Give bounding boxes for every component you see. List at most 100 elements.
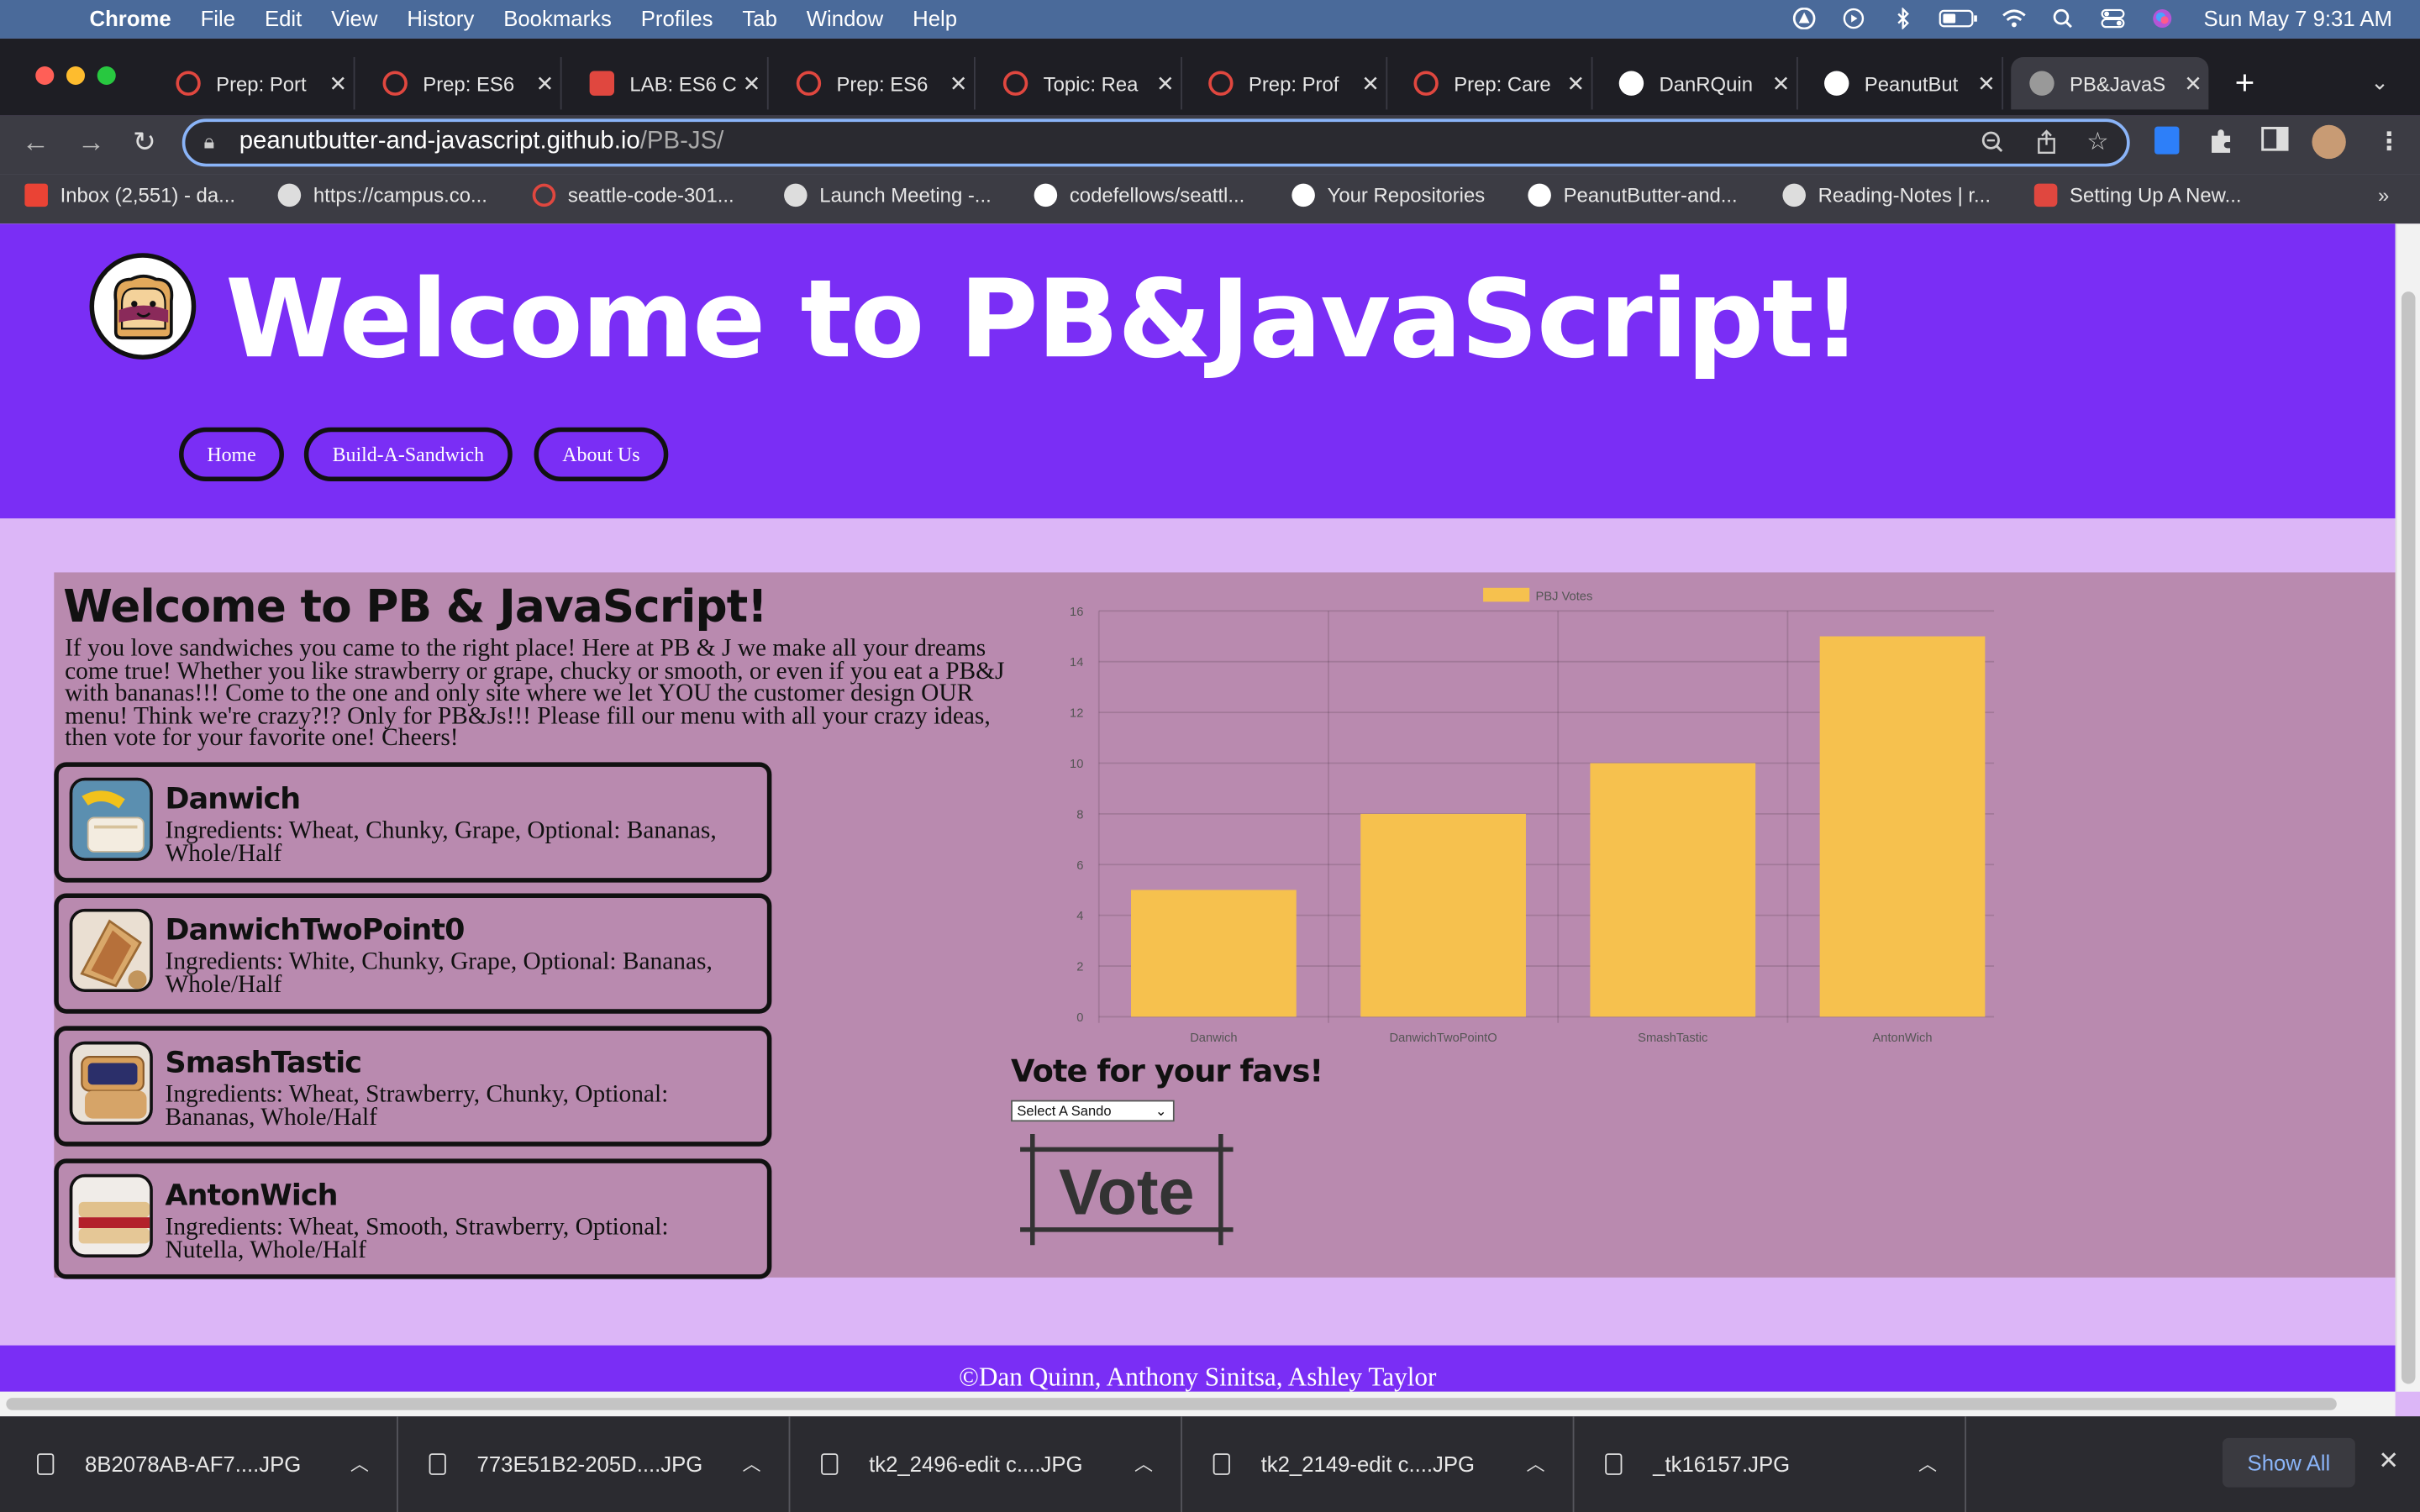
- menu-app-name[interactable]: Chrome: [90, 6, 171, 30]
- minimize-window-button[interactable]: [66, 66, 86, 86]
- tab-close-icon[interactable]: ✕: [323, 71, 354, 97]
- forward-arrow-icon[interactable]: →: [77, 127, 105, 160]
- sandwich-select[interactable]: Select A Sando ⌄: [1011, 1100, 1175, 1122]
- tab-close-icon[interactable]: ✕: [1971, 71, 2002, 97]
- bookmark-item[interactable]: Your Repositories: [1292, 183, 1485, 207]
- battery-icon[interactable]: [1939, 8, 1979, 29]
- vertical-scrollbar[interactable]: [2395, 223, 2420, 1392]
- browser-tab[interactable]: Prep: ES6 ✕: [778, 56, 976, 110]
- bookmarks-overflow-icon[interactable]: »: [2378, 184, 2389, 207]
- menu-bookmarks[interactable]: Bookmarks: [503, 6, 612, 30]
- new-tab-button[interactable]: +: [2235, 63, 2255, 103]
- more-menu-icon[interactable]: ⋮: [2377, 127, 2402, 158]
- bookmark-item[interactable]: Setting Up A New...: [2033, 183, 2241, 207]
- browser-tab[interactable]: DanRQuin ✕: [1601, 56, 1798, 110]
- pbj-logo[interactable]: [89, 253, 197, 360]
- url-path: /PB-JS/: [639, 128, 724, 155]
- sandwich-card[interactable]: DanwichTwoPoint0 Ingredients: White, Chu…: [54, 893, 772, 1014]
- bookmark-item[interactable]: https://campus.co...: [277, 183, 487, 207]
- chevron-up-icon[interactable]: ︿: [1527, 1451, 1545, 1477]
- close-window-button[interactable]: [35, 66, 55, 86]
- menu-profiles[interactable]: Profiles: [641, 6, 713, 30]
- bookmark-item[interactable]: PeanutButter-and...: [1528, 183, 1738, 207]
- sandwich-card[interactable]: AntonWich Ingredients: Wheat, Smooth, St…: [54, 1158, 772, 1279]
- chevron-up-icon[interactable]: ︿: [1134, 1451, 1153, 1477]
- spotlight-search-icon[interactable]: [2049, 8, 2077, 29]
- download-item[interactable]: 8B2078AB-AF7....JPG ︿: [0, 1416, 398, 1512]
- menu-edit[interactable]: Edit: [265, 6, 302, 30]
- play-icon[interactable]: [1839, 8, 1867, 29]
- browser-tab[interactable]: Prep: ES6 ✕: [364, 56, 562, 110]
- tab-close-icon[interactable]: ✕: [1560, 71, 1591, 97]
- nav-home-button[interactable]: Home: [179, 427, 284, 482]
- menu-file[interactable]: File: [201, 6, 235, 30]
- download-item[interactable]: _tk16157.JPG ︿: [1574, 1416, 1967, 1512]
- tab-search-chevron-icon[interactable]: ⌄: [2370, 70, 2389, 96]
- bookmark-item[interactable]: seattle-code-301...: [532, 183, 734, 207]
- wifi-icon[interactable]: [2000, 8, 2028, 29]
- show-all-downloads-button[interactable]: Show All: [2222, 1437, 2355, 1488]
- tab-close-icon[interactable]: ✕: [1765, 71, 1797, 97]
- bookmark-item[interactable]: Inbox (2,551) - da...: [24, 183, 235, 207]
- menu-clock[interactable]: Sun May 7 9:31 AM: [2204, 6, 2392, 30]
- back-arrow-icon[interactable]: ←: [22, 127, 50, 160]
- reload-icon[interactable]: ↻: [133, 127, 156, 160]
- bookmark-item[interactable]: Launch Meeting -...: [784, 183, 992, 207]
- extensions-puzzle-icon[interactable]: [2207, 127, 2235, 155]
- nav-build-a-sandwich-button[interactable]: Build-A-Sandwich: [303, 427, 513, 482]
- vpn-icon[interactable]: [1790, 8, 1818, 29]
- file-icon: [37, 1453, 55, 1475]
- siri-icon[interactable]: [2148, 8, 2175, 29]
- globe-icon: [784, 183, 808, 207]
- lock-icon[interactable]: 🔒︎: [203, 129, 214, 154]
- site-title: Welcome to PB&JavaScript!: [225, 255, 1861, 383]
- download-item[interactable]: tk2_2149-edit c....JPG ︿: [1182, 1416, 1575, 1512]
- tab-close-icon[interactable]: ✕: [736, 71, 767, 97]
- sandwich-card[interactable]: Danwich Ingredients: Wheat, Chunky, Grap…: [54, 762, 772, 883]
- profile-avatar[interactable]: [2312, 124, 2346, 160]
- sandwich-card[interactable]: SmashTastic Ingredients: Wheat, Strawber…: [54, 1026, 772, 1147]
- chevron-up-icon[interactable]: ︿: [1918, 1451, 1937, 1477]
- side-panel-icon[interactable]: [2261, 126, 2289, 151]
- menu-tab[interactable]: Tab: [742, 6, 776, 30]
- browser-tab[interactable]: PeanutBut ✕: [1806, 56, 2004, 110]
- bookmark-item[interactable]: Reading-Notes | r...: [1782, 183, 1991, 207]
- nav-about-us-button[interactable]: About Us: [534, 427, 669, 482]
- zoom-icon[interactable]: [1981, 129, 2005, 154]
- address-bar[interactable]: 🔒︎ peanutbutter-and-javascript.github.io…: [182, 118, 2130, 167]
- chevron-up-icon[interactable]: ︿: [742, 1451, 760, 1477]
- tab-close-icon[interactable]: ✕: [1355, 71, 1386, 97]
- menu-history[interactable]: History: [407, 6, 474, 30]
- bluetooth-icon[interactable]: [1889, 8, 1917, 29]
- chevron-up-icon[interactable]: ︿: [350, 1451, 369, 1477]
- vertical-scroll-thumb[interactable]: [2401, 291, 2416, 1384]
- download-item[interactable]: tk2_2496-edit c....JPG ︿: [790, 1416, 1182, 1512]
- browser-tab-active[interactable]: PB&JavaS ✕: [2011, 56, 2209, 110]
- address-url[interactable]: peanutbutter-and-javascript.github.io/PB…: [239, 128, 724, 155]
- browser-tab[interactable]: Prep: Care ✕: [1395, 56, 1593, 110]
- menu-view[interactable]: View: [331, 6, 377, 30]
- download-filename: _tk16157.JPG: [1653, 1452, 1791, 1477]
- extension-trello-icon[interactable]: [2154, 126, 2180, 155]
- bookmark-star-icon[interactable]: ☆: [2086, 127, 2108, 158]
- browser-tab[interactable]: LAB: ES6 C ✕: [571, 56, 769, 110]
- control-center-icon[interactable]: [2099, 8, 2127, 29]
- vote-button-label: Vote: [1059, 1157, 1194, 1229]
- tab-close-icon[interactable]: ✕: [943, 71, 974, 97]
- zoom-window-button[interactable]: [97, 66, 116, 86]
- browser-tab[interactable]: Prep: Prof ✕: [1190, 56, 1388, 110]
- menu-window[interactable]: Window: [807, 6, 883, 30]
- close-downloads-icon[interactable]: ✕: [2378, 1446, 2399, 1477]
- browser-tab[interactable]: Prep: Port ✕: [157, 56, 355, 110]
- tab-close-icon[interactable]: ✕: [1150, 71, 1181, 97]
- menu-help[interactable]: Help: [913, 6, 957, 30]
- vote-button[interactable]: Vote: [1014, 1128, 1243, 1252]
- tab-close-icon[interactable]: ✕: [2178, 71, 2209, 97]
- share-icon[interactable]: [2034, 129, 2059, 155]
- horizontal-scroll-thumb[interactable]: [6, 1398, 2337, 1410]
- horizontal-scrollbar[interactable]: [0, 1391, 2396, 1417]
- download-item[interactable]: 773E51B2-205D....JPG ︿: [398, 1416, 791, 1512]
- tab-close-icon[interactable]: ✕: [529, 71, 560, 97]
- browser-tab[interactable]: Topic: Rea ✕: [985, 56, 1182, 110]
- bookmark-item[interactable]: codefellows/seattl...: [1034, 183, 1244, 207]
